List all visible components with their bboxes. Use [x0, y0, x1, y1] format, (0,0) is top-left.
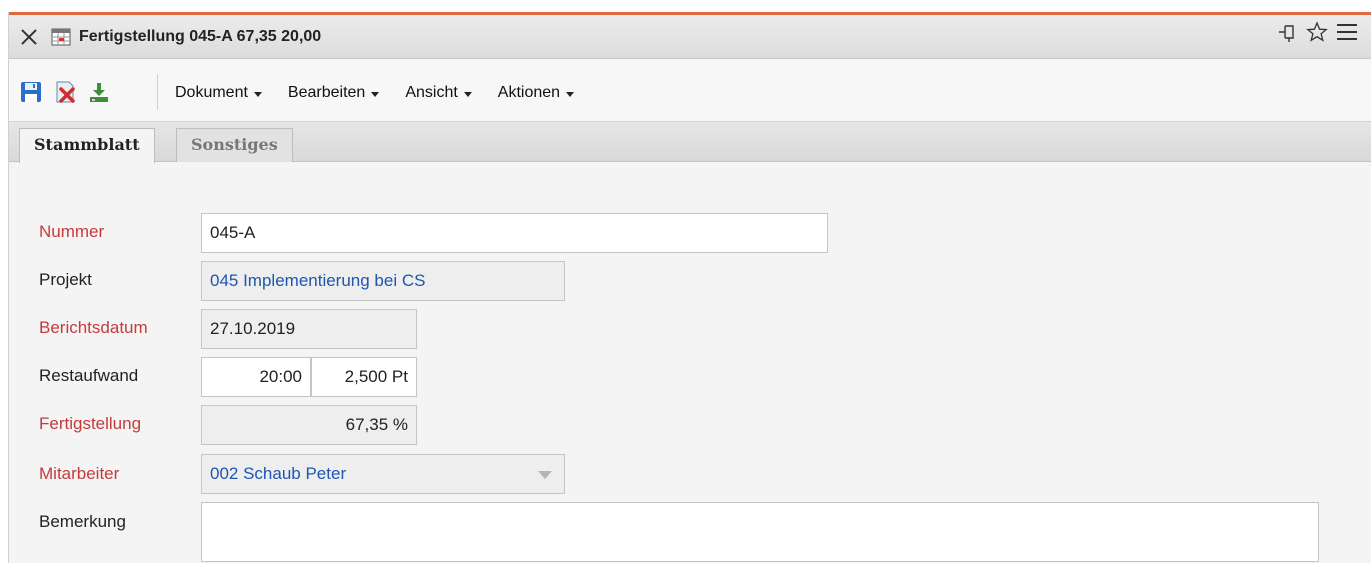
- tab-sonstiges[interactable]: Sonstiges: [176, 128, 293, 162]
- tab-bar: Stammblatt Sonstiges: [9, 122, 1371, 163]
- title-actions: [1275, 21, 1359, 49]
- toolbar-icons: [19, 80, 111, 104]
- chevron-down-icon: [566, 91, 575, 97]
- chevron-down-icon: [371, 91, 380, 97]
- menu-icon[interactable]: [1335, 21, 1359, 49]
- title-bar: Fertigstellung 045-A 67,35 20,00: [9, 15, 1371, 59]
- document-window: Fertigstellung 045-A 67,35 20,00 Dokumen…: [8, 12, 1371, 563]
- download-icon[interactable]: [87, 80, 111, 104]
- label-projekt: Projekt: [39, 270, 92, 289]
- star-icon[interactable]: [1305, 21, 1329, 49]
- label-bemerkung: Bemerkung: [39, 512, 126, 531]
- label-fertigstellung: Fertigstellung: [39, 414, 142, 433]
- label-restaufwand: Restaufwand: [39, 366, 139, 385]
- label-mitarbeiter: Mitarbeiter: [39, 464, 120, 483]
- close-icon[interactable]: [19, 27, 39, 47]
- fertigstellung-field: 67,35 %: [201, 405, 417, 445]
- document-icon: [51, 28, 71, 45]
- mitarbeiter-value: 002 Schaub Peter: [210, 464, 347, 483]
- delete-icon[interactable]: [53, 80, 77, 104]
- nummer-input[interactable]: 045-A: [201, 213, 828, 253]
- toolbar-separator: [157, 74, 158, 110]
- restaufwand-days-input[interactable]: 2,500 Pt: [311, 357, 417, 397]
- menu-label: Dokument: [175, 84, 248, 101]
- chevron-down-icon: [253, 91, 262, 97]
- tab-stammblatt[interactable]: Stammblatt: [19, 128, 155, 163]
- menu-label: Aktionen: [497, 84, 561, 101]
- restaufwand-hours-input[interactable]: 20:00: [201, 357, 311, 397]
- label-nummer: Nummer: [39, 222, 105, 241]
- mitarbeiter-select[interactable]: 002 Schaub Peter: [201, 454, 565, 494]
- projekt-field[interactable]: 045 Implementierung bei CS: [201, 261, 565, 301]
- form-panel: Nummer 045-A Projekt 045 Implementierung…: [9, 162, 1371, 563]
- toolbar: Dokument Bearbeiten Ansicht Aktionen: [9, 60, 1371, 122]
- chevron-down-icon: [463, 91, 472, 97]
- window-title: Fertigstellung 045-A 67,35 20,00: [79, 27, 322, 45]
- menu-label: Ansicht: [405, 84, 458, 101]
- berichtsdatum-field: 27.10.2019: [201, 309, 417, 349]
- menu-aktionen[interactable]: Aktionen: [497, 84, 575, 102]
- label-berichtsdatum: Berichtsdatum: [39, 318, 148, 337]
- menu-label: Bearbeiten: [287, 84, 366, 101]
- menu-bearbeiten[interactable]: Bearbeiten: [287, 84, 380, 102]
- menu-bar: Dokument Bearbeiten Ansicht Aktionen: [175, 84, 575, 102]
- menu-dokument[interactable]: Dokument: [175, 84, 262, 102]
- chevron-down-icon[interactable]: [538, 471, 552, 479]
- bemerkung-textarea[interactable]: [201, 502, 1319, 562]
- menu-ansicht[interactable]: Ansicht: [405, 84, 472, 102]
- save-icon[interactable]: [19, 80, 43, 104]
- pin-icon[interactable]: [1275, 21, 1299, 49]
